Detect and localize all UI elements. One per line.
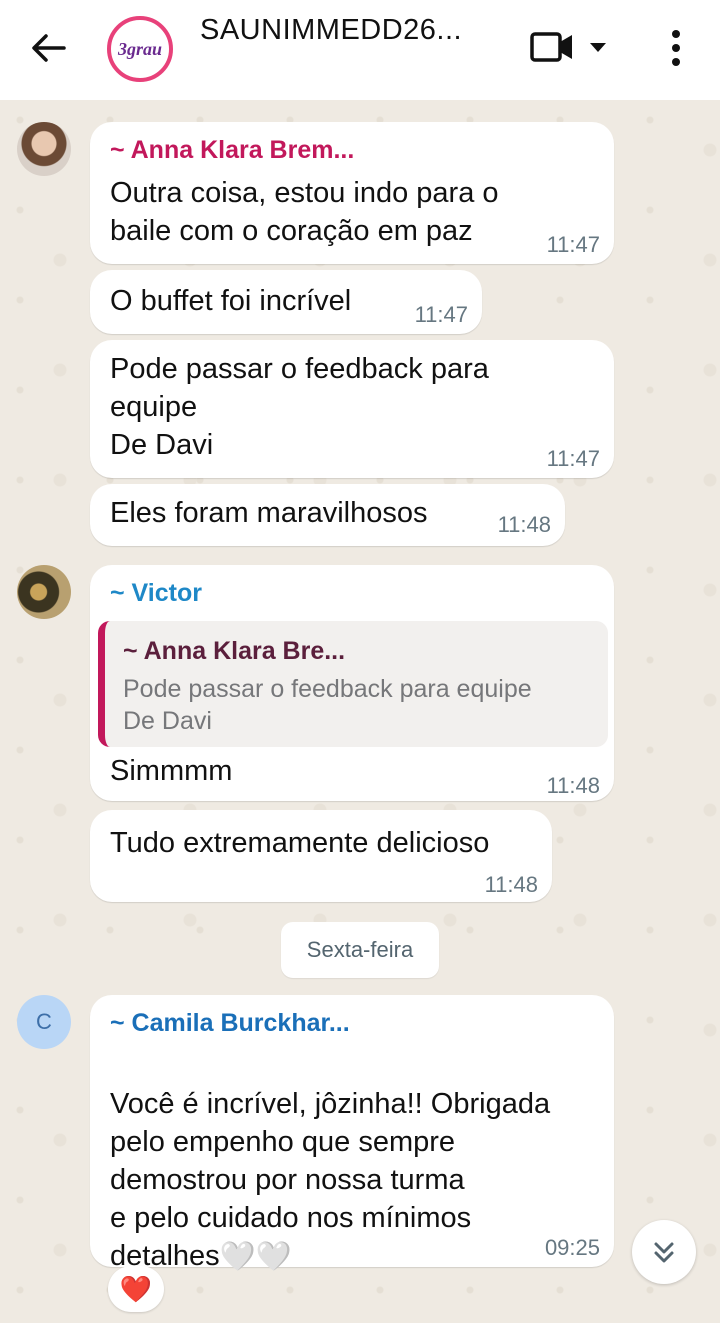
scroll-to-bottom-button[interactable]	[632, 1220, 696, 1284]
sender-name[interactable]: ~ Anna Klara Brem...	[110, 136, 354, 165]
more-options-icon[interactable]	[668, 28, 684, 68]
date-separator: Sexta-feira	[281, 922, 439, 978]
message-text: Outra coisa, estou indo para o baile com…	[110, 177, 499, 247]
chevron-down-icon[interactable]	[588, 40, 608, 54]
sender-name[interactable]: ~ Camila Burckhar...	[110, 1009, 350, 1038]
message-bubble[interactable]: ~ Victor ~ Anna Klara Bre... Pode passar…	[90, 565, 614, 801]
message-bubble[interactable]: Pode passar o feedback para equipe De Da…	[90, 340, 614, 478]
avatar[interactable]: C	[17, 995, 71, 1049]
chat-title[interactable]: SAUNIMMEDD26...	[200, 14, 500, 47]
chat-header: 3grau SAUNIMMEDD26...	[0, 0, 720, 100]
message-text: Tudo extremamente delicioso	[110, 827, 490, 859]
message-time: 11:47	[414, 302, 468, 327]
sender-name[interactable]: ~ Victor	[110, 579, 202, 608]
reaction-heart[interactable]: ❤️	[108, 1266, 164, 1312]
message-text: O buffet foi incrível	[110, 285, 352, 317]
double-chevron-down-icon	[654, 1242, 674, 1263]
message-time: 11:48	[484, 872, 538, 897]
message-time: 11:48	[497, 512, 551, 537]
back-arrow-icon[interactable]	[28, 30, 68, 66]
red-heart-emoji: ❤️	[119, 1273, 153, 1304]
message-time: 11:47	[546, 232, 600, 257]
quoted-message[interactable]: ~ Anna Klara Bre... Pode passar o feedba…	[98, 621, 608, 747]
chat-area[interactable]: ~ Anna Klara Brem... Outra coisa, estou …	[0, 100, 720, 1323]
avatar[interactable]	[17, 565, 71, 619]
message-time: 11:47	[546, 446, 600, 471]
group-logo-text: 3grau	[117, 38, 162, 59]
avatar-letter: C	[36, 1009, 52, 1034]
quoted-text: Pode passar o feedback para equipe De Da…	[123, 675, 532, 735]
message-bubble[interactable]: Eles foram maravilhosos 11:48	[90, 484, 565, 546]
avatar[interactable]	[17, 122, 71, 176]
message-bubble[interactable]: ~ Anna Klara Brem... Outra coisa, estou …	[90, 122, 614, 264]
message-text: Simmmm	[110, 755, 233, 787]
message-text: Você é incrível, jôzinha!! Obrigada pelo…	[110, 1047, 550, 1276]
message-time: 11:48	[546, 773, 600, 798]
group-avatar[interactable]: 3grau	[107, 16, 173, 82]
message-bubble[interactable]: ~ Camila Burckhar... Você é incrível, jô…	[90, 995, 614, 1273]
message-text: Pode passar o feedback para equipe De Da…	[110, 353, 489, 461]
video-call-icon[interactable]	[530, 30, 574, 64]
message-bubble[interactable]: Tudo extremamente delicioso 11:48	[90, 810, 552, 902]
message-text-body: Você é incrível, jôzinha!! Obrigada pelo…	[110, 1088, 551, 1272]
white-heart-emoji: 🤍🤍	[219, 1241, 292, 1274]
message-time: 09:25	[544, 1235, 600, 1260]
quoted-sender: ~ Anna Klara Bre...	[123, 637, 346, 665]
message-bubble[interactable]: O buffet foi incrível 11:47	[90, 270, 482, 334]
message-text: Eles foram maravilhosos	[110, 497, 428, 529]
